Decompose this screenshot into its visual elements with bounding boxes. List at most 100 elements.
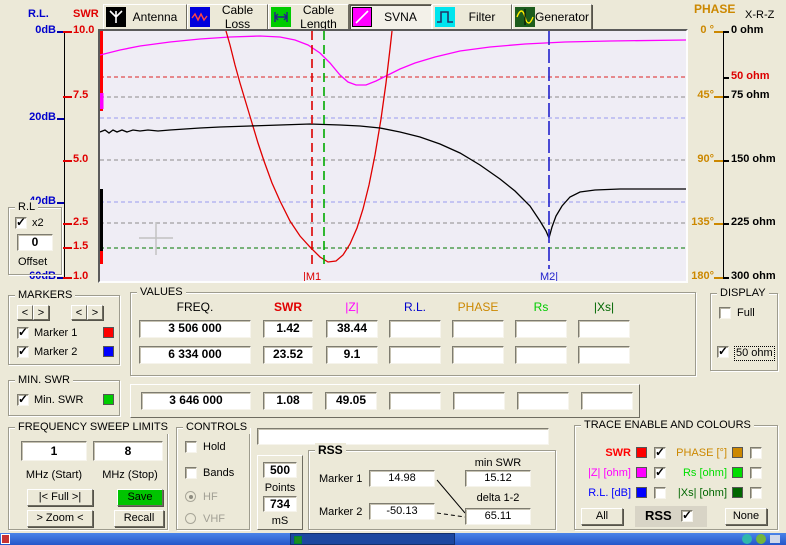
toolbar-button-label: Antenna <box>126 10 184 24</box>
trace-xs-checkbox[interactable] <box>750 487 762 499</box>
50ohm-checkbox[interactable] <box>717 346 729 358</box>
rss-marker2-field: -50.13 <box>369 503 435 520</box>
x2-checkbox[interactable] <box>15 217 27 229</box>
axis-tick-label: 10.0 <box>73 24 99 37</box>
hold-checkbox[interactable] <box>185 441 197 453</box>
freq-stop-input[interactable]: 8 <box>93 441 163 461</box>
marker2-right-button[interactable]: > <box>87 305 103 320</box>
ms-label: mS <box>258 515 302 528</box>
rss-min-swr-label: min SWR <box>463 457 533 470</box>
full-span-button[interactable]: |< Full >| <box>27 489 93 506</box>
axis-tick-label: 0dB <box>18 24 56 37</box>
trace-rl-swatch[interactable] <box>636 487 647 498</box>
left-axis-line <box>64 31 65 278</box>
trace-z-swatch[interactable] <box>636 467 647 478</box>
sweep-chart[interactable]: |M1M2| <box>98 29 688 283</box>
col-header-swr: SWR <box>263 301 313 314</box>
values-group-title: VALUES <box>137 285 186 299</box>
hf-radio[interactable] <box>185 491 196 502</box>
tray-icon-2[interactable] <box>756 534 766 544</box>
save-button[interactable]: Save <box>117 489 163 506</box>
trace-rs-swatch[interactable] <box>732 467 743 478</box>
cable-loss-button[interactable]: Cable Loss <box>187 4 268 30</box>
marker-label: M2| <box>540 271 558 281</box>
rl-offset-group: R.L x2 0 Offset <box>8 207 62 275</box>
trace-rl-checkbox[interactable] <box>654 487 666 499</box>
trace-all-button[interactable]: All <box>581 508 623 525</box>
trace-enable-title: TRACE ENABLE AND COLOURS <box>581 418 754 432</box>
values-group: VALUES FREQ. SWR |Z| R.L. PHASE Rs |Xs| … <box>130 292 696 376</box>
axis-tick-label: 0 ohm <box>731 24 783 37</box>
axis-tick <box>714 277 723 279</box>
trace-swr-checkbox[interactable] <box>654 447 666 459</box>
axis-tick-label: 45° <box>684 89 714 102</box>
min-swr-group: MIN. SWR Min. SWR <box>8 380 120 416</box>
rss-toggle-checkbox[interactable] <box>681 510 693 522</box>
min-swr-checkbox[interactable] <box>17 394 29 406</box>
marker2-checkbox[interactable] <box>17 346 29 358</box>
tray-icon-1[interactable] <box>742 534 752 544</box>
bands-label: Bands <box>203 467 234 480</box>
bands-checkbox[interactable] <box>185 467 197 479</box>
m1-freq-field: 3 506 000 <box>139 320 251 338</box>
display-group: DISPLAY Full 50 ohm <box>710 293 778 371</box>
axis-tick-label: 2.5 <box>73 216 99 229</box>
hf-label: HF <box>203 491 218 504</box>
taskbar-active-button[interactable] <box>290 533 455 545</box>
rss-marker2-label: Marker 2 <box>319 506 362 519</box>
filter-button[interactable]: Filter <box>432 4 512 30</box>
trace-R.L. <box>100 124 686 238</box>
axis-tick <box>723 160 729 162</box>
trace-phase-checkbox[interactable] <box>750 447 762 459</box>
axis-tick <box>723 96 729 98</box>
marker1-checkbox[interactable] <box>17 327 29 339</box>
trace-none-button[interactable]: None <box>725 508 767 525</box>
offset-label: Offset <box>18 256 47 269</box>
generator-button[interactable]: Generator <box>512 4 592 30</box>
marker1-left-button[interactable]: < <box>17 305 33 320</box>
col-header-rl: R.L. <box>389 301 441 314</box>
marker1-right-button[interactable]: > <box>33 305 49 320</box>
trace-xs-swatch[interactable] <box>732 487 743 498</box>
sweep-time-field: 734 <box>263 496 297 512</box>
trace-z-checkbox[interactable] <box>654 467 666 479</box>
rl-offset-group-title: R.L <box>15 200 38 214</box>
antenna-button[interactable]: Antenna <box>103 4 187 30</box>
display-group-title: DISPLAY <box>717 286 769 300</box>
m1-rs-field <box>515 320 567 338</box>
marker2-label: Marker 2 <box>34 346 77 359</box>
minswr-freq-field: 3 646 000 <box>141 392 251 410</box>
svna-button[interactable]: SVNA <box>349 4 432 30</box>
cable-length-icon <box>271 7 291 27</box>
trace-phase-swatch[interactable] <box>732 447 743 458</box>
tray-icon-3[interactable] <box>770 535 780 543</box>
rss-group: RSS Marker 1 14.98 min SWR 15.12 Marker … <box>308 450 556 530</box>
freq-start-input[interactable]: 1 <box>21 441 87 461</box>
marker1-color-swatch <box>103 327 114 338</box>
axis-tick <box>714 160 723 162</box>
cable-length-button[interactable]: Cable Length <box>268 4 349 30</box>
recall-button[interactable]: Recall <box>114 510 164 527</box>
axis-tick-label: 1.5 <box>73 240 99 253</box>
toolbar-button-label: Cable Loss <box>210 3 265 31</box>
toolbar-button-label: Generator <box>535 10 589 24</box>
comment-input[interactable] <box>257 428 549 445</box>
marker1-label: Marker 1 <box>34 327 77 340</box>
sweep-limits-title: FREQUENCY SWEEP LIMITS <box>15 420 171 434</box>
minswr-z-field: 49.05 <box>325 392 377 410</box>
zoom-button[interactable]: > Zoom < <box>27 510 93 527</box>
m1-z-field: 38.44 <box>326 320 378 338</box>
points-field: 500 <box>263 462 297 478</box>
marker2-left-button[interactable]: < <box>71 305 87 320</box>
axis-tick-label: 180° <box>684 270 714 283</box>
offset-input[interactable]: 0 <box>17 234 53 251</box>
points-panel: 500 Points 734 mS <box>257 455 303 530</box>
trace-rl-label: R.L. [dB] <box>579 487 631 500</box>
sweep-limits-group: FREQUENCY SWEEP LIMITS 1 8 MHz (Start) M… <box>8 427 168 530</box>
taskbar-left-icon[interactable] <box>1 534 10 544</box>
trace-swr-swatch[interactable] <box>636 447 647 458</box>
trace-rs-checkbox[interactable] <box>750 467 762 479</box>
axis-tick-label: 0 ° <box>684 24 714 37</box>
full-checkbox[interactable] <box>719 307 731 319</box>
vhf-radio[interactable] <box>185 513 196 524</box>
